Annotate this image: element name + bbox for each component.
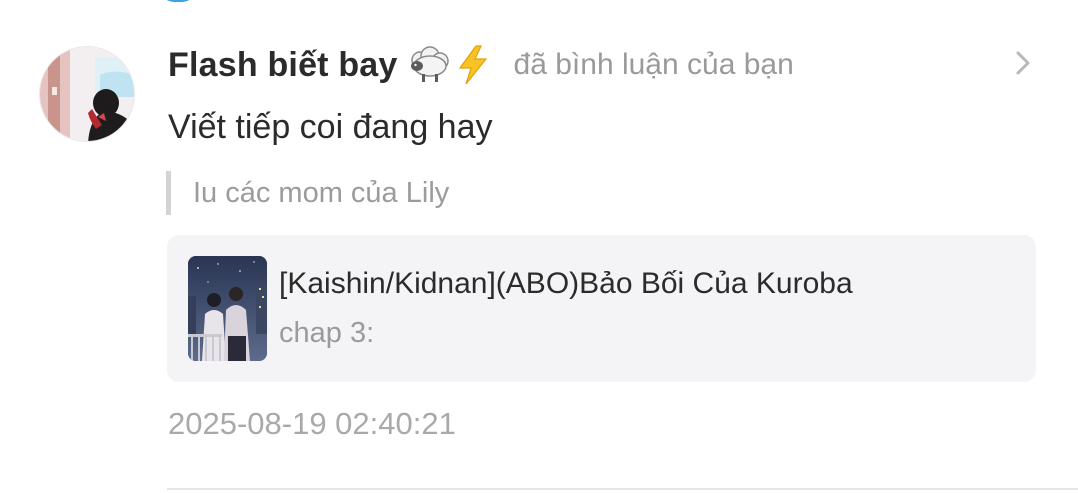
avatar[interactable] <box>39 46 135 142</box>
action-text: đã bình luận của bạn <box>513 48 794 81</box>
divider <box>167 488 1078 490</box>
story-card[interactable]: [Kaishin/Kidnan](ABO)Bảo Bối Của Kuroba … <box>167 235 1036 382</box>
timestamp: 2025-08-19 02:40:21 <box>168 406 456 441</box>
story-title: [Kaishin/Kidnan](ABO)Bảo Bối Của Kuroba <box>279 267 853 300</box>
sheep-icon <box>408 44 450 86</box>
notification-header: Flash biết bay đã bình luận của bạn <box>168 40 794 90</box>
username[interactable]: Flash biết bay <box>168 46 398 85</box>
quoted-reply: Iu các mom của Lily <box>166 171 449 215</box>
comment-notification: Flash biết bay đã bình luận của bạn Viết… <box>0 0 1078 493</box>
story-cover <box>188 256 267 361</box>
quoted-reply-text: Iu các mom của Lily <box>193 176 450 209</box>
comment-text: Viết tiếp coi đang hay <box>168 108 493 146</box>
chevron-right-icon[interactable] <box>1012 48 1036 78</box>
lightning-icon <box>454 44 492 86</box>
story-chapter: chap 3: <box>279 317 375 349</box>
